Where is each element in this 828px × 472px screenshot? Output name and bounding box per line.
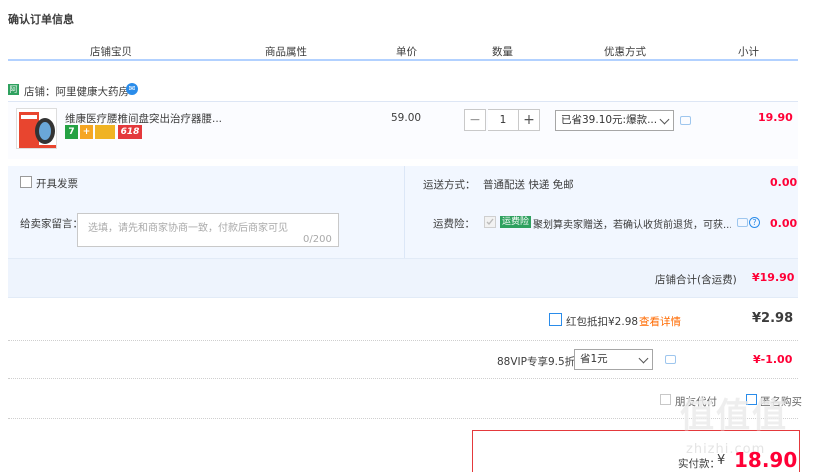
invoice-label: 开具发票	[36, 178, 78, 190]
shop-total-value: ¥19.90	[752, 271, 795, 284]
shipping-label: 运送方式：	[423, 179, 476, 191]
insurance-help-icon[interactable]: ?	[749, 217, 760, 228]
options-divider	[404, 166, 405, 258]
discount-comment-icon[interactable]	[680, 116, 691, 125]
pay-currency: ¥	[717, 453, 726, 468]
red-packet-label: 红包抵扣¥2.98	[566, 316, 639, 328]
shop-name-link[interactable]: 店铺：阿里健康大药房	[24, 84, 129, 99]
vip-select-value: 省1元	[580, 353, 608, 365]
product-title-link[interactable]: 维康医疗腰椎间盘突出治疗器腰...	[65, 111, 235, 126]
card-pay-icon	[95, 125, 115, 139]
unit-price: 59.00	[391, 112, 422, 124]
insurance-checkbox	[484, 216, 496, 228]
promo-618-icon: 618	[118, 125, 142, 139]
item-subtotal: 19.90	[758, 111, 793, 124]
qty-increase-button[interactable]: +	[518, 109, 540, 131]
col-discount: 优惠方式	[604, 46, 646, 58]
shipping-value: 普通配送 快递 免邮	[483, 179, 574, 191]
vip-select[interactable]: 省1元	[574, 349, 653, 370]
message-char-count: 0/200	[303, 234, 332, 245]
qty-decrease-button[interactable]: −	[464, 109, 486, 131]
pay-amount: 18.90	[734, 448, 798, 472]
col-unit-price: 单价	[396, 46, 417, 58]
message-label: 给卖家留言：	[20, 218, 83, 230]
red-packet-details-link[interactable]: 查看详情	[639, 314, 681, 329]
product-image-icon	[17, 109, 56, 148]
shop-total-label: 店铺合计(含运费)	[655, 274, 737, 286]
insurance-comment-icon[interactable]	[737, 218, 748, 227]
message-placeholder: 选填，请先和商家协商一致，付款后商家可见	[88, 223, 288, 234]
col-shop-items: 店铺宝贝	[90, 46, 132, 58]
chevron-down-icon	[659, 114, 670, 125]
shipping-price: 0.00	[770, 176, 798, 189]
seven-day-return-icon: 7	[65, 125, 78, 139]
shop-chat-icon[interactable]: ✉	[126, 83, 138, 95]
product-thumbnail[interactable]	[16, 108, 57, 149]
vip-label: 88VIP专享9.5折	[497, 356, 576, 368]
friend-pay-checkbox[interactable]	[660, 394, 671, 405]
col-attributes: 商品属性	[265, 46, 307, 58]
col-subtotal: 小计	[738, 46, 759, 58]
red-packet-checkbox[interactable]	[549, 313, 562, 326]
insurance-price: 0.00	[770, 217, 798, 230]
chevron-down-icon	[638, 353, 649, 364]
vip-comment-icon[interactable]	[665, 355, 676, 364]
watermark-logo: 值值值	[680, 396, 788, 436]
shop-badge-icon: 阿	[8, 84, 19, 95]
discount-select[interactable]: 已省39.10元:爆款...	[555, 110, 674, 131]
insurance-badge: 运费险	[500, 216, 532, 228]
service-plus-icon: +	[80, 125, 93, 139]
discount-select-value: 已省39.10元:爆款...	[561, 114, 658, 126]
vip-value: ¥-1.00	[753, 353, 793, 366]
insurance-label: 运费险：	[433, 218, 475, 230]
red-packet-value: ¥2.98	[752, 311, 794, 326]
quantity-input[interactable]: 1	[488, 109, 518, 131]
col-quantity: 数量	[492, 46, 513, 58]
page-title: 确认订单信息	[8, 13, 74, 26]
divider-red-packet	[8, 340, 798, 341]
pay-label: 实付款：	[678, 458, 720, 470]
invoice-checkbox[interactable]	[20, 176, 32, 188]
divider-vip	[8, 378, 798, 379]
insurance-desc: 聚划算卖家赠送，若确认收货前退货，可获...	[533, 220, 731, 231]
check-icon	[486, 218, 494, 226]
